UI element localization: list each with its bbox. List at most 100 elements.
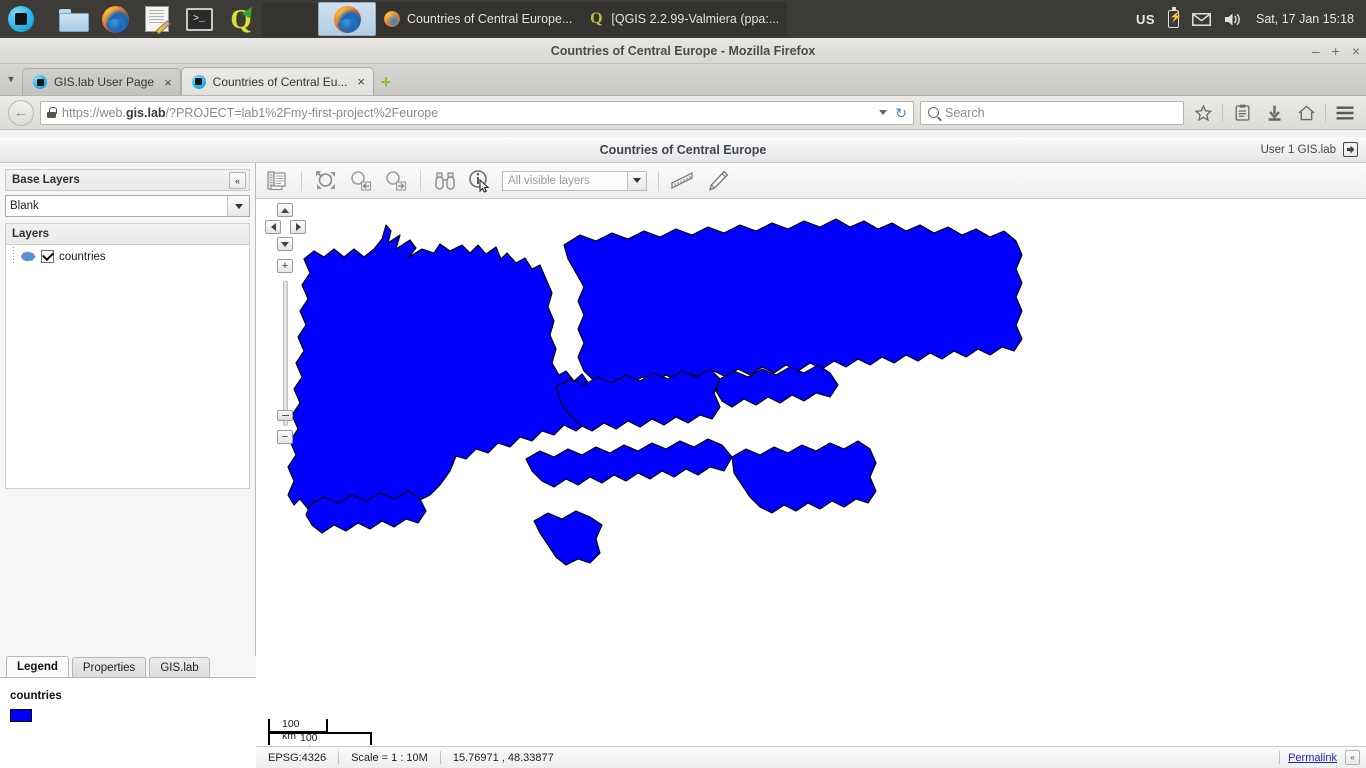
close-icon[interactable]: × (161, 76, 172, 89)
print-button[interactable] (264, 168, 290, 194)
measure-button[interactable] (670, 168, 696, 194)
chevron-down-icon[interactable] (227, 196, 249, 216)
tab-list-all-icon[interactable]: ▼ (0, 63, 22, 95)
map-area: All visible layers + − 100 km 100 EPSG:4… (256, 163, 1366, 768)
scalebar-imperial-label: 100 mi (300, 732, 318, 746)
main-split: Base Layers « Blank Layers countries Leg… (0, 163, 1366, 768)
battery-icon[interactable] (1168, 7, 1182, 28)
terminal-launcher[interactable]: >_ (180, 0, 218, 38)
zoom-slider-track[interactable] (283, 281, 288, 426)
pan-down-button[interactable] (277, 237, 293, 251)
qgis-launcher[interactable]: Q (222, 0, 260, 38)
terminal-icon: >_ (185, 7, 213, 31)
tab-gislab[interactable]: GIS.lab (149, 657, 210, 677)
window-controls: – + × (1312, 44, 1360, 58)
mail-icon[interactable] (1192, 12, 1211, 26)
reload-icon[interactable]: ↻ (895, 106, 907, 120)
navigation-toolbar: ← https://web.gis.lab/?PROJECT=lab1%2Fmy… (0, 96, 1366, 130)
tab-gislab-user-page[interactable]: GIS.lab User Page × (22, 68, 181, 95)
tab-countries-of-central-europe[interactable]: Countries of Central Eu... × (180, 67, 374, 95)
pan-up-button[interactable] (277, 203, 293, 217)
taskbar-item-qgis[interactable]: Q [QGIS 2.2.99-Valmiera (ppa:... (580, 2, 788, 36)
zoom-in-button[interactable]: + (277, 259, 293, 273)
url-bar[interactable]: https://web.gis.lab/?PROJECT=lab1%2Fmy-f… (40, 100, 914, 125)
country-austria (525, 438, 733, 488)
draw-button[interactable] (705, 168, 731, 194)
collapse-sidebar-button[interactable]: « (229, 172, 246, 189)
search-icon (928, 107, 939, 118)
tab-label: GIS.lab (160, 661, 199, 674)
gislab-icon (8, 6, 34, 32)
home-icon[interactable] (1293, 100, 1319, 126)
maximize-button[interactable]: + (1332, 44, 1340, 58)
base-layers-panel: Base Layers « (5, 169, 250, 191)
keyboard-layout-indicator[interactable]: US (1136, 12, 1155, 27)
country-hungary (731, 440, 877, 514)
legend-content: countries (0, 678, 256, 768)
window-titlebar: Countries of Central Europe - Mozilla Fi… (0, 38, 1366, 64)
taskbar-item-countries[interactable]: Countries of Central Europe... (376, 2, 581, 36)
identify-layer-select[interactable]: All visible layers (502, 170, 647, 191)
map-canvas[interactable]: + − 100 km 100 mi (256, 199, 1366, 746)
identify-button[interactable] (467, 168, 493, 194)
tab-strip: ▼ GIS.lab User Page × Countries of Centr… (0, 64, 1366, 96)
chevron-down-icon[interactable] (879, 110, 888, 115)
text-editor-launcher[interactable] (138, 0, 176, 38)
system-tray: US Sat, 17 Jan 15:18 (1136, 7, 1366, 28)
tab-properties[interactable]: Properties (71, 657, 147, 677)
text-editor-icon (145, 6, 171, 35)
bookmark-star-icon[interactable] (1190, 100, 1216, 126)
new-tab-button[interactable]: + (374, 68, 398, 95)
reading-list-icon[interactable] (1229, 100, 1255, 126)
zoom-slider-handle[interactable] (277, 410, 293, 421)
identify-layer-value: All visible layers (508, 174, 590, 187)
downloads-icon[interactable] (1261, 100, 1287, 126)
layers-header: Layers (5, 223, 250, 245)
url-text: https://web.gis.lab/?PROJECT=lab1%2Fmy-f… (62, 105, 439, 120)
window-title: Countries of Central Europe - Mozilla Fi… (550, 43, 816, 58)
zoom-previous-button[interactable] (348, 168, 374, 194)
tab-legend[interactable]: Legend (6, 656, 69, 677)
taskbar-slot-empty[interactable] (262, 3, 318, 37)
gislab-launcher[interactable] (2, 0, 40, 38)
base-layer-select[interactable]: Blank (5, 195, 250, 217)
base-layers-header: Base Layers « (5, 169, 250, 191)
map-countries-render (287, 218, 1023, 566)
polygon-layer-icon (20, 251, 36, 262)
favicon-gislab-icon (33, 75, 47, 89)
pan-right-button[interactable] (290, 220, 306, 234)
search-features-button[interactable] (432, 168, 458, 194)
base-layers-title: Base Layers (12, 174, 80, 186)
tab-label: GIS.lab User Page (54, 75, 155, 89)
logout-icon[interactable] (1343, 142, 1358, 157)
volume-icon[interactable] (1224, 12, 1243, 27)
zoom-full-extent-button[interactable] (313, 168, 339, 194)
clock[interactable]: Sat, 17 Jan 15:18 (1256, 12, 1354, 26)
sidebar: Base Layers « Blank Layers countries Leg… (0, 163, 256, 768)
sidebar-tab-row: Legend Properties GIS.lab (0, 656, 256, 678)
expand-statusbar-button[interactable]: « (1345, 750, 1360, 765)
pan-left-button[interactable] (265, 220, 281, 234)
zoom-out-button[interactable]: − (277, 430, 293, 444)
back-button[interactable]: ← (8, 99, 34, 126)
menu-icon[interactable] (1332, 100, 1358, 126)
status-divider (1279, 751, 1281, 764)
firefox-icon (384, 11, 400, 27)
permalink-link[interactable]: Permalink (1288, 752, 1337, 764)
search-bar[interactable]: Search (920, 100, 1184, 125)
pan-controls (265, 203, 306, 251)
files-launcher[interactable] (54, 0, 92, 38)
app-header: Countries of Central Europe User 1 GIS.l… (0, 137, 1366, 163)
firefox-launcher[interactable] (96, 0, 134, 38)
layer-item-countries[interactable]: countries (10, 247, 245, 265)
zoom-next-button[interactable] (383, 168, 409, 194)
close-icon[interactable]: × (354, 75, 365, 88)
launcher-area: >_ Q (0, 0, 262, 38)
chevron-down-icon[interactable] (627, 171, 646, 190)
taskbar-item-firefox-active[interactable] (318, 2, 376, 36)
layers-panel-header-box: Layers (5, 223, 250, 245)
toolbar-divider (301, 170, 302, 191)
minimize-button[interactable]: – (1312, 44, 1320, 58)
close-button[interactable]: × (1352, 44, 1360, 58)
layer-visibility-checkbox[interactable] (41, 250, 54, 263)
